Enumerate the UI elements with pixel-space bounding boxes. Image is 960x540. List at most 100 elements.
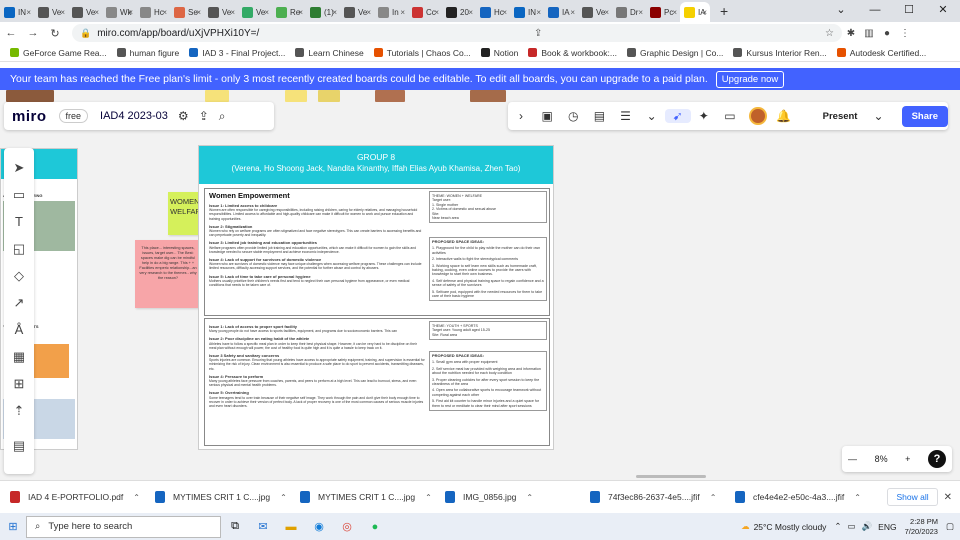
reload-icon[interactable]: ↻ bbox=[44, 27, 66, 40]
browser-tab[interactable]: Wk × bbox=[102, 2, 136, 22]
frame-icon[interactable]: ⊞ bbox=[6, 370, 32, 397]
close-icon[interactable]: × bbox=[230, 8, 235, 17]
chevron-up-icon[interactable]: ⌃ bbox=[425, 493, 432, 502]
mail-icon[interactable]: ✉ bbox=[249, 520, 277, 533]
zoom-level[interactable]: 8% bbox=[875, 454, 888, 464]
close-icon[interactable]: × bbox=[264, 8, 269, 17]
close-icon[interactable]: × bbox=[60, 8, 65, 17]
show-all-button[interactable]: Show all bbox=[887, 488, 938, 506]
board-panel-icon[interactable]: ▤ bbox=[6, 432, 32, 459]
browser-tab[interactable]: 20 × bbox=[442, 2, 476, 22]
language-indicator[interactable]: ENG bbox=[878, 522, 896, 532]
bookmark-item[interactable]: Book & workbook:... bbox=[528, 48, 617, 58]
close-icon[interactable]: × bbox=[434, 8, 439, 17]
chevron-up-icon[interactable]: ⌃ bbox=[854, 493, 861, 502]
share-button[interactable]: Share bbox=[901, 105, 948, 127]
browser-tab[interactable]: IA × bbox=[680, 2, 710, 22]
browser-tab[interactable]: In × bbox=[374, 2, 408, 22]
clock[interactable]: 2:28 PM 7/20/2023 bbox=[905, 517, 938, 537]
browser-tab[interactable]: IA × bbox=[544, 2, 578, 22]
download-item[interactable]: cfe4e4e2-e50c-4a3....jfif ⌃ bbox=[725, 491, 870, 503]
close-icon[interactable]: × bbox=[570, 8, 575, 17]
spotify-icon[interactable]: ● bbox=[361, 521, 389, 533]
celebrate-icon[interactable]: ✦ bbox=[691, 109, 717, 123]
chevron-up-icon[interactable]: ⌃ bbox=[526, 493, 533, 502]
close-icon[interactable]: × bbox=[162, 8, 167, 17]
bookmark-item[interactable]: IAD 3 - Final Project... bbox=[189, 48, 285, 58]
shapes-icon[interactable]: ◇ bbox=[6, 262, 32, 289]
timer-icon[interactable]: ◷ bbox=[560, 109, 586, 123]
chevron-up-icon[interactable]: ⌃ bbox=[710, 493, 717, 502]
chevron-down-icon[interactable]: ⌄ bbox=[824, 0, 858, 20]
bookmark-item[interactable]: Tutorials | Chaos Co... bbox=[373, 48, 471, 58]
horizontal-scrollbar[interactable] bbox=[636, 475, 706, 478]
close-icon[interactable]: × bbox=[672, 8, 677, 17]
avatar[interactable] bbox=[748, 107, 767, 125]
browser-tab[interactable]: Ve × bbox=[204, 2, 238, 22]
new-tab-icon[interactable]: + bbox=[720, 2, 728, 22]
comments-icon[interactable]: ▭ bbox=[717, 109, 743, 123]
bookmark-item[interactable]: Notion bbox=[480, 48, 518, 58]
bookmark-item[interactable]: Autodesk Certified... bbox=[836, 48, 926, 58]
export-icon[interactable]: ⇪ bbox=[199, 109, 209, 123]
close-icon[interactable]: × bbox=[502, 8, 507, 17]
forward-icon[interactable]: → bbox=[22, 27, 44, 39]
zoom-out-button[interactable]: — bbox=[848, 454, 857, 464]
bookmark-star-icon[interactable]: ☆ bbox=[825, 28, 834, 39]
profile-avatar-icon[interactable]: ● bbox=[878, 28, 896, 39]
reactions-cursor-icon[interactable]: ➹ bbox=[664, 109, 691, 123]
notifications-icon[interactable]: ▢ bbox=[946, 521, 954, 532]
close-icon[interactable]: × bbox=[26, 8, 31, 17]
close-icon[interactable]: × bbox=[536, 8, 541, 17]
network-icon[interactable]: ▭ bbox=[848, 521, 856, 532]
file-explorer-icon[interactable]: ▬ bbox=[277, 521, 305, 533]
task-view-icon[interactable]: ⧉ bbox=[221, 520, 249, 533]
weather-text[interactable]: 25°C Mostly cloudy bbox=[754, 522, 827, 532]
settings-icon[interactable]: ⚙ bbox=[178, 109, 189, 123]
help-button[interactable]: ? bbox=[927, 450, 946, 468]
url-field[interactable]: 🔒 miro.com/app/board/uXjVPHXi10Y=/ ⇪ ☆ bbox=[72, 24, 842, 42]
bookmark-item[interactable]: Learn Chinese bbox=[295, 48, 364, 58]
bookmark-item[interactable]: Graphic Design | Co... bbox=[626, 48, 723, 58]
browser-tab[interactable]: Cc × bbox=[408, 2, 442, 22]
taskbar-search[interactable]: ⌕ Type here to search bbox=[26, 515, 221, 538]
browser-tab[interactable]: Ve × bbox=[238, 2, 272, 22]
browser-tab[interactable]: Re × bbox=[272, 2, 306, 22]
chevron-up-icon[interactable]: ⌃ bbox=[280, 493, 287, 502]
close-icon[interactable]: × bbox=[94, 8, 99, 17]
close-icon[interactable]: ✕ bbox=[944, 492, 952, 503]
edge-icon[interactable]: ◉ bbox=[305, 520, 333, 533]
download-item[interactable]: IAD 4 E-PORTFOLIO.pdf ⌃ bbox=[0, 491, 145, 503]
download-item[interactable]: 74f3ec86-2637-4e5....jfif ⌃ bbox=[580, 491, 725, 503]
upload-icon[interactable]: ⇡ bbox=[6, 397, 32, 424]
extensions-icon[interactable]: ✱ bbox=[842, 28, 860, 39]
browser-tab[interactable]: IN × bbox=[0, 2, 34, 22]
close-icon[interactable]: × bbox=[702, 8, 707, 17]
chevron-down-icon[interactable]: ⌄ bbox=[865, 109, 891, 123]
bookmark-item[interactable]: Kursus Interior Ren... bbox=[733, 48, 827, 58]
group-card[interactable]: GROUP 8 (Verena, Ho Shoong Jack, Nandita… bbox=[198, 145, 554, 450]
browser-tab[interactable]: IN × bbox=[510, 2, 544, 22]
card-icon[interactable]: ▤ bbox=[586, 109, 612, 123]
browser-tab[interactable]: Ve × bbox=[578, 2, 612, 22]
bookmark-item[interactable]: human figure bbox=[116, 48, 179, 58]
close-icon[interactable]: × bbox=[604, 8, 609, 17]
bookmark-item[interactable]: GeForce Game Rea... bbox=[10, 48, 107, 58]
close-icon[interactable]: × bbox=[400, 8, 405, 17]
notes-icon[interactable]: ☰ bbox=[612, 109, 638, 123]
back-icon[interactable]: ← bbox=[0, 27, 22, 39]
chrome-icon[interactable]: ◎ bbox=[333, 520, 361, 533]
browser-tab[interactable]: Dr × bbox=[612, 2, 646, 22]
table-icon[interactable]: ▦ bbox=[6, 343, 32, 370]
sidepanel-icon[interactable]: ▥ bbox=[860, 28, 878, 39]
close-icon[interactable]: × bbox=[638, 8, 643, 17]
close-icon[interactable]: × bbox=[332, 8, 337, 17]
chevron-up-icon[interactable]: ⌃ bbox=[133, 493, 140, 502]
more-icon[interactable]: ⌄ bbox=[639, 109, 665, 123]
text-icon[interactable]: T bbox=[6, 208, 32, 235]
close-icon[interactable]: × bbox=[298, 8, 303, 17]
board-canvas[interactable]: ALTH & WELLBEING YOUTH & SPORTS WOMEN + … bbox=[0, 90, 960, 480]
search-icon[interactable]: ⌕ bbox=[219, 109, 226, 124]
browser-tab[interactable]: (1) × bbox=[306, 2, 340, 22]
download-item[interactable]: IMG_0856.jpg ⌃ bbox=[435, 491, 580, 503]
